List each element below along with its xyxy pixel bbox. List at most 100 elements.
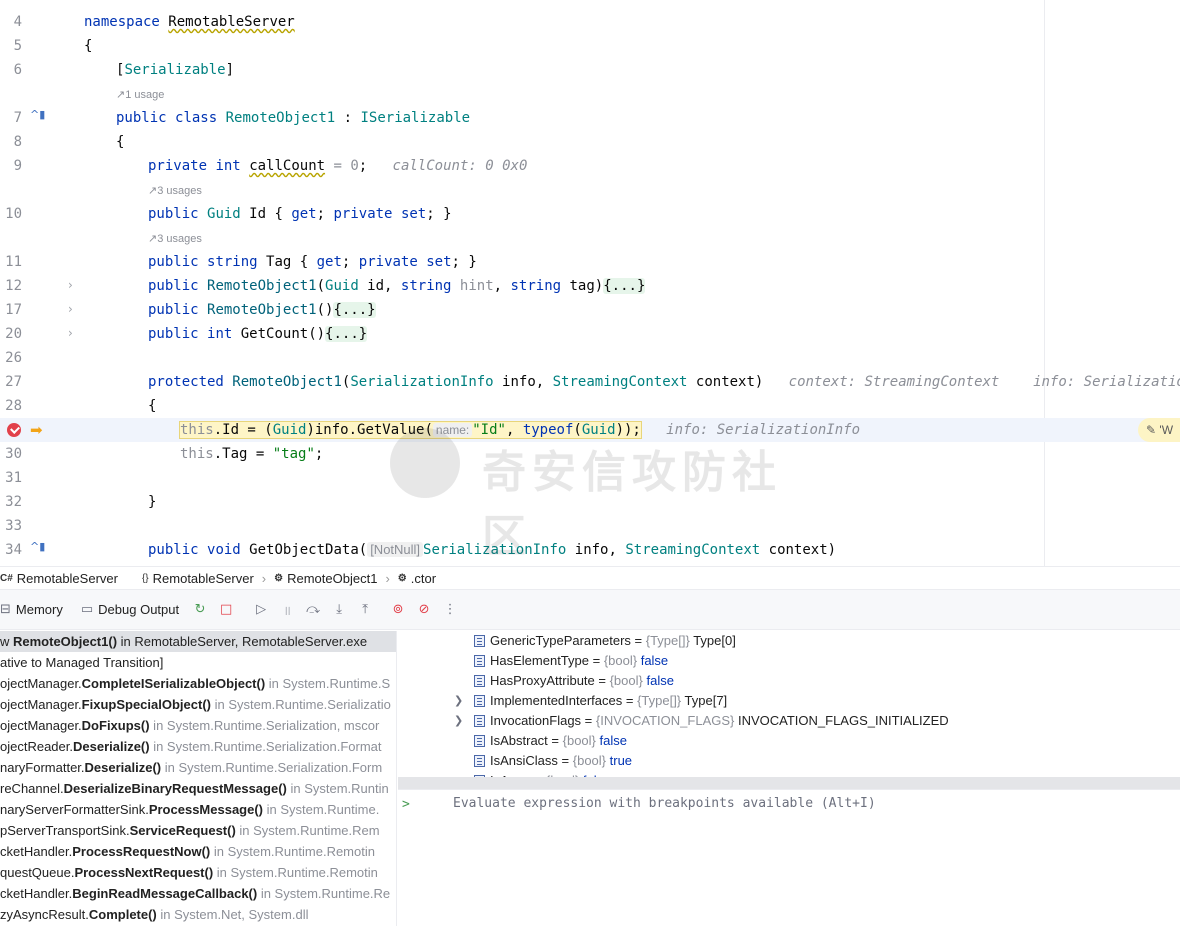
code-line[interactable]: 17 › public RemoteObject1(){...} bbox=[0, 298, 1180, 322]
variable-row[interactable]: HasProxyAttribute = {bool} false bbox=[398, 671, 1180, 691]
code-line[interactable]: 4 namespace RemotableServer bbox=[0, 10, 1180, 34]
view-breakpoints-icon[interactable]: ⊚ bbox=[388, 600, 408, 620]
folded-block[interactable]: {...} bbox=[333, 302, 376, 318]
variable-row[interactable]: IsAnsiClass = {bool} true bbox=[398, 751, 1180, 771]
tab-memory[interactable]: ⊟ Memory bbox=[0, 596, 71, 624]
type-name[interactable]: StreamingContext bbox=[553, 374, 688, 390]
breakpoint-icon[interactable] bbox=[7, 423, 21, 437]
code-line[interactable]: 20 › public int GetCount(){...} bbox=[0, 322, 1180, 346]
code-text[interactable]: { bbox=[84, 34, 92, 58]
code-line[interactable]: 34 ^▮ public void GetObjectData([NotNull… bbox=[0, 538, 1180, 562]
implements-icon[interactable]: ^▮ bbox=[30, 540, 45, 553]
line-number[interactable]: 26 bbox=[0, 346, 22, 370]
constructor-name[interactable]: RemoteObject1 bbox=[232, 374, 342, 390]
type-name[interactable]: Guid bbox=[273, 422, 307, 438]
code-text[interactable]: { bbox=[148, 394, 156, 418]
step-out-icon[interactable]: ⤒ bbox=[355, 600, 375, 620]
frame-row[interactable]: w RemoteObject1() in RemotableServer, Re… bbox=[0, 631, 396, 652]
variable-row[interactable]: HasElementType = {bool} false bbox=[398, 651, 1180, 671]
stop-icon[interactable]: □ bbox=[216, 600, 236, 620]
code-line[interactable]: 7 ^▮ public class RemoteObject1 : ISeria… bbox=[0, 106, 1180, 130]
constructor-name[interactable]: RemoteObject1 bbox=[207, 302, 317, 318]
code-text[interactable]: public void GetObjectData([NotNull] Seria… bbox=[148, 538, 836, 562]
frame-row[interactable]: questQueue.ProcessNextRequest() in Syste… bbox=[0, 862, 396, 883]
code-editor[interactable]: 4 namespace RemotableServer 5 { 6 [Seria… bbox=[0, 0, 1180, 566]
usages-hint[interactable]: ↗1 usage bbox=[116, 87, 164, 103]
frame-row[interactable]: naryServerFormatterSink.ProcessMessage()… bbox=[0, 799, 396, 820]
code-line[interactable]: 9 private int callCount = 0; callCount: … bbox=[0, 154, 1180, 178]
line-number[interactable]: 28 bbox=[0, 394, 22, 418]
usages-hint[interactable]: ↗3 usages bbox=[148, 183, 202, 199]
class-name[interactable]: RemoteObject1 bbox=[226, 110, 336, 126]
chevron-right-icon[interactable]: ❯ bbox=[454, 711, 463, 731]
code-line[interactable]: 31 bbox=[0, 466, 1180, 490]
tab-debug-output[interactable]: ▭ Debug Output bbox=[81, 596, 187, 624]
line-number[interactable]: 5 bbox=[0, 34, 22, 58]
line-number[interactable]: 9 bbox=[0, 154, 22, 178]
frame-row[interactable]: ojectManager.DoFixups() in System.Runtim… bbox=[0, 715, 396, 736]
frame-row[interactable]: pServerTransportSink.ServiceRequest() in… bbox=[0, 820, 396, 841]
type-name[interactable]: SerializationInfo bbox=[423, 542, 566, 558]
code-text[interactable]: namespace RemotableServer bbox=[84, 10, 295, 34]
type-name[interactable]: Guid bbox=[207, 206, 241, 222]
folded-block[interactable]: {...} bbox=[603, 278, 646, 294]
code-line[interactable]: 28 { bbox=[0, 394, 1180, 418]
line-number[interactable]: 33 bbox=[0, 514, 22, 538]
code-text[interactable]: private int callCount = 0; callCount: 0 … bbox=[148, 154, 527, 178]
resume-icon[interactable]: ▷ bbox=[251, 600, 271, 620]
frame-row[interactable]: ojectManager.FixupSpecialObject() in Sys… bbox=[0, 694, 396, 715]
line-number[interactable]: 30 bbox=[0, 442, 22, 466]
chevron-right-icon[interactable]: › bbox=[68, 278, 78, 292]
line-number[interactable]: 12 bbox=[0, 274, 22, 298]
type-name[interactable]: SerializationInfo bbox=[350, 374, 493, 390]
current-statement[interactable]: this.Id = (Guid)info.GetValue(name: "Id",… bbox=[179, 421, 642, 439]
rerun-icon[interactable]: ↻ bbox=[190, 600, 210, 620]
frame-row[interactable]: cketHandler.BeginReadMessageCallback() i… bbox=[0, 883, 396, 904]
code-text[interactable]: public RemoteObject1(){...} bbox=[148, 298, 376, 322]
method-name[interactable]: GetCount bbox=[241, 326, 308, 342]
more-options-icon[interactable]: ⋮ bbox=[440, 600, 460, 620]
breadcrumb-item[interactable]: {} RemotableServer bbox=[142, 567, 254, 589]
type-name[interactable]: Guid bbox=[582, 422, 616, 438]
code-text[interactable]: public Guid Id { get; private set; } bbox=[148, 202, 452, 226]
type-name[interactable]: Guid bbox=[325, 278, 359, 294]
line-number[interactable]: 8 bbox=[0, 130, 22, 154]
code-line[interactable]: 26 bbox=[0, 346, 1180, 370]
variable-row[interactable]: IsAbstract = {bool} false bbox=[398, 731, 1180, 751]
code-line[interactable]: 12 › public RemoteObject1(Guid id, strin… bbox=[0, 274, 1180, 298]
step-into-icon[interactable]: ⤓ bbox=[329, 600, 349, 620]
code-text[interactable]: [Serializable] bbox=[116, 58, 234, 82]
line-number[interactable]: 17 bbox=[0, 298, 22, 322]
line-number[interactable]: 4 bbox=[0, 10, 22, 34]
line-number[interactable]: 7 bbox=[0, 106, 22, 130]
variable-row[interactable]: ❯ ImplementedInterfaces = {Type[]} Type[… bbox=[398, 691, 1180, 711]
code-line[interactable]: 33 bbox=[0, 514, 1180, 538]
chevron-right-icon[interactable]: › bbox=[68, 326, 78, 340]
code-text[interactable]: public RemoteObject1(Guid id, string hin… bbox=[148, 274, 646, 298]
frame-row[interactable]: zyAsyncResult.Complete() in System.Net, … bbox=[0, 904, 396, 925]
usages-hint[interactable]: ↗3 usages bbox=[148, 231, 202, 247]
breadcrumb-item[interactable]: C# RemotableServer bbox=[0, 567, 118, 589]
code-text[interactable]: public string Tag { get; private set; } bbox=[148, 250, 477, 274]
chevron-right-icon[interactable]: › bbox=[68, 302, 78, 316]
variable-row[interactable]: GenericTypeParameters = {Type[]} Type[0] bbox=[398, 631, 1180, 651]
line-number[interactable]: 20 bbox=[0, 322, 22, 346]
mute-breakpoints-icon[interactable]: ⊘ bbox=[414, 600, 434, 620]
property-name[interactable]: Id bbox=[249, 206, 266, 222]
code-line[interactable]: 27 protected RemoteObject1(Serialization… bbox=[0, 370, 1180, 394]
code-line[interactable]: 30 this.Tag = "tag"; bbox=[0, 442, 1180, 466]
code-line[interactable]: 32 } bbox=[0, 490, 1180, 514]
frame-row[interactable]: ojectReader.Deserialize() in System.Runt… bbox=[0, 736, 396, 757]
code-text[interactable]: this.Tag = "tag"; bbox=[180, 442, 323, 466]
code-text[interactable]: { bbox=[116, 130, 124, 154]
frame-row[interactable]: cketHandler.ProcessRequestNow() in Syste… bbox=[0, 841, 396, 862]
horizontal-scrollbar[interactable] bbox=[398, 777, 1180, 789]
frame-row[interactable]: reChannel.DeserializeBinaryRequestMessag… bbox=[0, 778, 396, 799]
code-text[interactable]: public class RemoteObject1 : ISerializab… bbox=[116, 106, 470, 130]
code-text[interactable]: protected RemoteObject1(SerializationInf… bbox=[148, 370, 1180, 394]
code-text[interactable]: } bbox=[148, 490, 156, 514]
code-line[interactable]: 8 { bbox=[0, 130, 1180, 154]
breadcrumb-item[interactable]: ⚙ RemoteObject1 bbox=[274, 567, 377, 589]
breadcrumb-item[interactable]: ⚙ .ctor bbox=[398, 567, 436, 589]
frame-row[interactable]: ative to Managed Transition] bbox=[0, 652, 396, 673]
